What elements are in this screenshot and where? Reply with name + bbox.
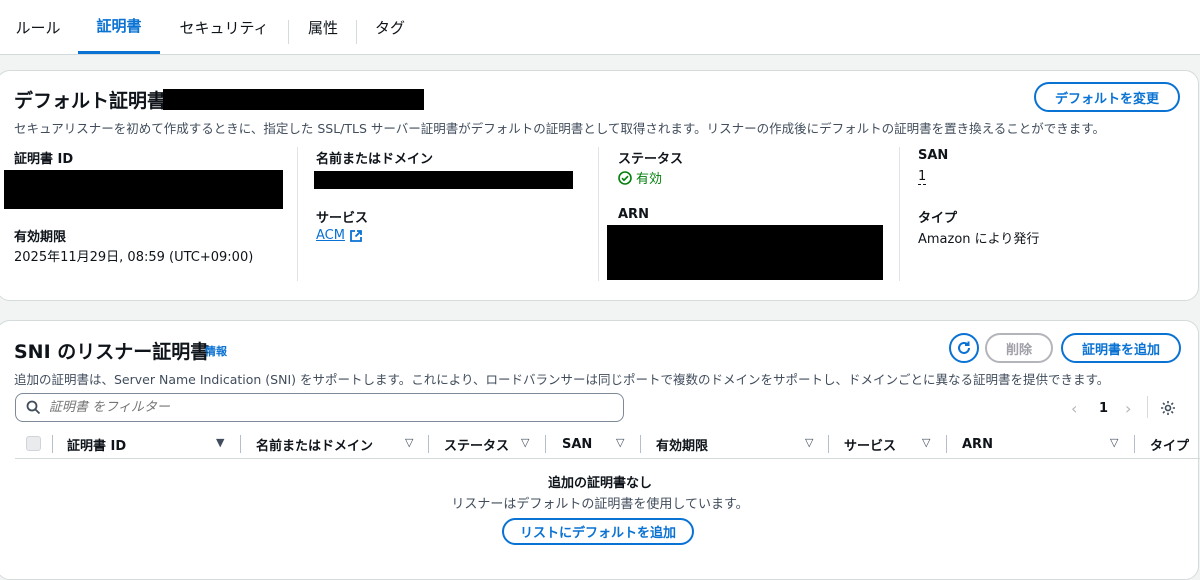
check-circle-icon (618, 170, 632, 185)
column-header-san[interactable]: SAN (562, 433, 592, 455)
expiry-value: 2025年11月29日, 08:59 (UTC+09:00) (14, 250, 254, 265)
redacted-arn (607, 225, 883, 280)
page-number[interactable]: 1 (1099, 401, 1108, 416)
certificate-id-label: 証明書 ID (14, 152, 74, 167)
sort-desc-icon[interactable]: ▼ (216, 436, 224, 449)
pagination-separator (1147, 396, 1148, 418)
tab-tags[interactable]: タグ (360, 0, 420, 54)
prev-page-icon[interactable]: ‹ (1071, 399, 1077, 418)
service-label: サービス (316, 211, 369, 226)
change-default-button[interactable]: デフォルトを変更 (1034, 82, 1180, 112)
column-header-service[interactable]: サービス (844, 433, 896, 455)
sort-icon[interactable]: ▽ (922, 436, 930, 449)
external-link-icon (350, 229, 362, 242)
sort-icon[interactable]: ▽ (805, 436, 813, 449)
column-header-name-domain[interactable]: 名前またはドメイン (256, 433, 373, 455)
name-domain-label: 名前またはドメイン (316, 152, 434, 167)
redacted-certificate-name (163, 89, 424, 110)
status-value: 有効 (636, 172, 663, 187)
sort-icon[interactable]: ▽ (521, 436, 529, 449)
tab-rules[interactable]: ルール (0, 0, 76, 54)
search-icon (26, 400, 41, 415)
tab-attributes[interactable]: 属性 (292, 0, 354, 54)
redacted-certificate-id (4, 170, 283, 209)
column-header-type[interactable]: タイプ (1150, 433, 1189, 455)
arn-label: ARN (618, 207, 649, 222)
service-link[interactable]: ACM (316, 228, 363, 243)
column-separator (428, 435, 429, 453)
preferences-button[interactable] (1160, 400, 1176, 420)
column-separator (545, 435, 546, 453)
service-value[interactable]: ACM (316, 228, 345, 243)
column-separator (240, 435, 241, 453)
add-default-to-list-button[interactable]: リストにデフォルトを追加 (502, 518, 694, 545)
tab-bar: ルール 証明書 セキュリティ 属性 タグ (0, 0, 1200, 55)
tab-security[interactable]: セキュリティ (164, 0, 284, 54)
tab-certificates[interactable]: 証明書 (78, 0, 160, 54)
sort-icon[interactable]: ▽ (1110, 436, 1118, 449)
empty-state-subtitle: リスナーはデフォルトの証明書を使用しています。 (451, 497, 749, 512)
column-header-status[interactable]: ステータス (444, 433, 509, 455)
next-page-icon[interactable]: › (1125, 399, 1131, 418)
tab-separator (288, 20, 289, 44)
redacted-domain (314, 171, 573, 189)
expiry-label: 有効期限 (14, 230, 67, 245)
select-all-checkbox[interactable] (26, 436, 41, 451)
status-label: ステータス (618, 152, 684, 167)
column-separator (946, 435, 947, 453)
san-value[interactable]: 1 (918, 169, 927, 185)
default-certificate-description: セキュアリスナーを初めて作成するときに、指定した SSL/TLS サーバー証明書… (14, 121, 1106, 136)
refresh-button[interactable] (949, 333, 979, 363)
type-label: タイプ (918, 211, 958, 226)
sni-title: SNI のリスナー証明書 (14, 341, 210, 363)
column-header-certificate-id[interactable]: 証明書 ID (67, 433, 126, 455)
gear-icon (1161, 401, 1175, 415)
column-separator (52, 435, 53, 453)
column-separator (297, 147, 298, 281)
column-separator (598, 147, 599, 281)
column-separator (1134, 435, 1135, 453)
refresh-icon (958, 341, 970, 354)
column-separator (899, 147, 900, 281)
sni-description: 追加の証明書は、Server Name Indication (SNI) をサポ… (14, 372, 1110, 387)
certificate-filter[interactable] (15, 393, 624, 422)
status-indicator: 有効 (618, 168, 662, 187)
default-certificate-title: デフォルト証明書 (14, 90, 167, 112)
column-header-arn[interactable]: ARN (962, 433, 993, 455)
sort-icon[interactable]: ▽ (405, 436, 413, 449)
add-certificate-button[interactable]: 証明書を追加 (1061, 333, 1181, 363)
empty-state-title: 追加の証明書なし (547, 476, 652, 491)
delete-button[interactable]: 削除 (985, 333, 1053, 363)
tab-separator (356, 20, 357, 44)
certificate-filter-input[interactable] (49, 400, 549, 415)
table-header-divider (15, 458, 1200, 459)
type-value: Amazon により発行 (918, 232, 1040, 247)
column-header-expiry[interactable]: 有効期限 (656, 433, 708, 455)
info-link[interactable]: 情報 (205, 343, 227, 359)
column-separator (828, 435, 829, 453)
column-separator (640, 435, 641, 453)
san-label: SAN (918, 148, 949, 163)
sort-icon[interactable]: ▽ (616, 436, 624, 449)
